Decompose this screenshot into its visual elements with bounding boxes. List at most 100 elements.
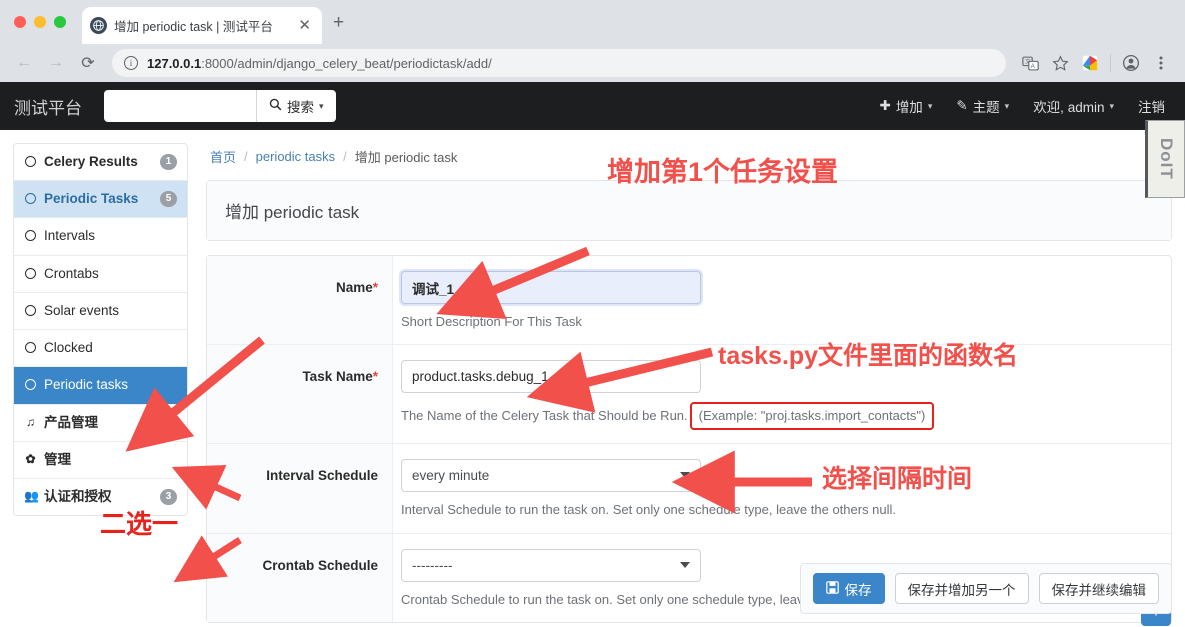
- field-help-name: Short Description For This Task: [401, 314, 582, 329]
- field-label-text: Interval Schedule: [266, 468, 378, 484]
- circle-icon: [24, 265, 37, 283]
- chevron-down-icon: ▾: [1004, 100, 1010, 111]
- sidebar-item-badge: 1: [160, 154, 177, 170]
- field-control-interval-schedule: every minute Interval Schedule to run th…: [393, 444, 1171, 532]
- admin-top-nav: ✚ 增加 ▾ ✎ 主题 ▾ 欢迎, admin ▾ 注销: [880, 96, 1172, 116]
- field-label-text: Name: [335, 280, 373, 295]
- profile-icon[interactable]: [1117, 49, 1145, 77]
- menu-kebab-icon[interactable]: [1147, 49, 1175, 77]
- field-label-text: Crontab Schedule: [262, 557, 378, 573]
- circle-icon: [24, 190, 37, 208]
- address-bar[interactable]: i 127.0.0.1:8000/admin/django_celery_bea…: [112, 49, 1006, 77]
- toolbar-divider: [1110, 54, 1111, 72]
- field-label-name: Name *: [207, 256, 393, 345]
- search-icon: [269, 98, 282, 114]
- svg-text:A: A: [1030, 63, 1034, 69]
- name-input[interactable]: [401, 271, 701, 304]
- circle-icon: [24, 339, 37, 357]
- page-body: Celery Results 1 Periodic Tasks 5 Interv…: [0, 130, 1185, 627]
- sidebar-item-periodic-tasks-group[interactable]: Periodic Tasks 5: [14, 181, 187, 219]
- field-control-task-name: The Name of the Celery Task that Should …: [393, 345, 1171, 443]
- nav-item-user[interactable]: 欢迎, admin ▾: [1033, 96, 1114, 116]
- new-tab-button[interactable]: +: [333, 13, 344, 32]
- save-button[interactable]: 保存: [812, 573, 885, 604]
- bookmark-star-icon[interactable]: [1046, 49, 1074, 77]
- search-input[interactable]: [104, 90, 256, 122]
- search-form: 搜索 ▾: [104, 90, 336, 122]
- sidebar-item-intervals[interactable]: Intervals: [14, 218, 187, 256]
- site-brand[interactable]: 测试平台: [14, 94, 82, 119]
- sidebar-item-label: 产品管理: [44, 414, 98, 430]
- sidebar-item-periodic-tasks[interactable]: Periodic tasks: [14, 367, 187, 405]
- reload-icon[interactable]: ⟳: [74, 49, 102, 77]
- side-widget-label: DoIT: [1157, 138, 1176, 180]
- close-icon[interactable]: ✕: [295, 18, 314, 33]
- field-label-text: Task Name: [302, 369, 373, 385]
- nav-item-theme-label: 主题: [972, 100, 1000, 115]
- sidebar-item-celery-results[interactable]: Celery Results 1: [14, 144, 187, 182]
- site-info-icon[interactable]: i: [124, 56, 138, 70]
- sidebar-item-label: Clocked: [44, 340, 93, 356]
- url-host: 127.0.0.1: [147, 55, 202, 71]
- circle-icon: [24, 302, 37, 320]
- translate-icon[interactable]: 文A: [1016, 49, 1044, 77]
- sidebar-item-label: Crontabs: [44, 265, 99, 281]
- sidebar-item-label: Solar events: [44, 302, 120, 318]
- music-note-icon: ♫: [26, 414, 35, 429]
- crontab-schedule-select[interactable]: ---------: [401, 548, 701, 582]
- users-icon: 👥: [24, 488, 39, 503]
- browser-chrome: 增加 periodic task | 测试平台 ✕ + ← → ⟳ i 127.…: [0, 0, 1185, 82]
- nav-item-logout[interactable]: 注销: [1138, 96, 1165, 116]
- forward-icon[interactable]: →: [42, 49, 70, 77]
- sidebar-item-product-management[interactable]: ♫ 产品管理 1: [14, 405, 187, 442]
- sidebar-item-badge: 5: [160, 191, 177, 208]
- sidebar-item-solar-events[interactable]: Solar events: [14, 293, 187, 331]
- submit-row: 保存 保存并增加另一个 保存并继续编辑: [799, 563, 1172, 614]
- globe-icon: [90, 17, 107, 34]
- gear-icon: ✿: [25, 451, 36, 466]
- chevron-down-icon: ▾: [927, 100, 933, 111]
- plus-icon: ✚: [879, 98, 891, 113]
- sidebar-item-label: Periodic tasks: [44, 377, 129, 393]
- close-window-button[interactable]: [14, 16, 26, 28]
- breadcrumb-home[interactable]: 首页: [210, 147, 236, 166]
- omnibox-bar: ← → ⟳ i 127.0.0.1:8000/admin/django_cele…: [0, 44, 1185, 82]
- circle-icon: [24, 227, 37, 245]
- breadcrumb-current: 增加 periodic task: [354, 150, 458, 165]
- minimize-window-button[interactable]: [34, 16, 46, 28]
- extension-icon[interactable]: [1076, 49, 1104, 77]
- sidebar-item-clocked[interactable]: Clocked: [14, 330, 187, 368]
- sidebar-item-label: Celery Results: [44, 154, 138, 169]
- sidebar-item-label: Intervals: [44, 228, 96, 244]
- nav-item-theme[interactable]: ✎ 主题 ▾: [956, 96, 1009, 116]
- tab-title: 增加 periodic task | 测试平台: [114, 20, 273, 34]
- side-widget[interactable]: DoIT: [1145, 120, 1185, 198]
- circle-icon: [24, 376, 37, 394]
- field-help-task-name: The Name of the Celery Task that Should …: [401, 402, 1157, 431]
- save-and-add-another-button[interactable]: 保存并增加另一个: [894, 573, 1029, 604]
- sidebar-item-label: 管理: [44, 451, 71, 467]
- sidebar-item-auth[interactable]: 👥 认证和授权 3: [14, 479, 187, 515]
- breadcrumb-parent[interactable]: periodic tasks: [256, 149, 335, 164]
- maximize-window-button[interactable]: [54, 16, 66, 28]
- sidebar-item-management[interactable]: ✿ 管理: [14, 442, 187, 479]
- breadcrumb-separator: /: [343, 149, 347, 164]
- page-title-panel: 增加 periodic task: [206, 180, 1172, 241]
- sidebar: Celery Results 1 Periodic Tasks 5 Interv…: [0, 130, 196, 627]
- field-label-crontab-schedule: Crontab Schedule: [207, 533, 393, 622]
- task-name-input[interactable]: [401, 360, 701, 394]
- browser-tab[interactable]: 增加 periodic task | 测试平台 ✕: [82, 7, 322, 44]
- back-icon[interactable]: ←: [10, 49, 38, 77]
- field-label-interval-schedule: Interval Schedule: [207, 444, 393, 533]
- save-and-continue-button[interactable]: 保存并继续编辑: [1038, 573, 1159, 604]
- nav-item-add[interactable]: ✚ 增加 ▾: [880, 96, 933, 116]
- url-path: :8000/admin/django_celery_beat/periodict…: [201, 55, 492, 71]
- content-area: 首页 / periodic tasks / 增加 periodic task 增…: [196, 130, 1185, 627]
- window-controls[interactable]: [14, 16, 66, 28]
- field-control-name: Short Description For This Task: [393, 256, 1171, 344]
- search-button[interactable]: 搜索 ▾: [256, 90, 336, 122]
- interval-schedule-select-wrap: every minute: [401, 459, 701, 493]
- sidebar-item-crontabs[interactable]: Crontabs: [14, 256, 187, 293]
- interval-schedule-select[interactable]: every minute: [401, 459, 701, 493]
- page-title: 增加 periodic task: [207, 181, 1171, 240]
